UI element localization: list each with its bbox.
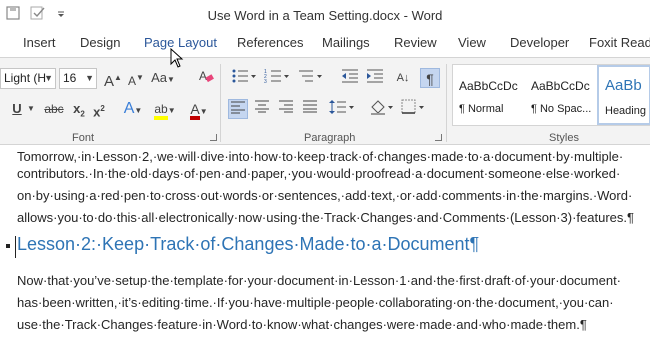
document-area[interactable]: Tomorrow,·in·Lesson·2,·we·will·dive·into… — [0, 146, 650, 339]
underline-button[interactable]: U — [10, 99, 24, 119]
mouse-pointer-icon — [170, 47, 184, 73]
style-no-spacing[interactable]: AaBbCcDc ¶ No Spac... — [525, 65, 595, 125]
text-effects-button[interactable]: A▼ — [120, 99, 146, 119]
font-size-value: 16 — [63, 71, 77, 85]
group-separator — [220, 64, 221, 142]
align-right-button[interactable] — [276, 99, 296, 119]
align-left-button[interactable] — [228, 99, 248, 119]
font-dialog-launcher[interactable] — [210, 134, 217, 141]
subscript-button[interactable]: x2 — [70, 99, 88, 119]
multilevel-list-icon — [299, 70, 322, 82]
window-title: Use Word in a Team Setting.docx - Word — [207, 8, 443, 23]
font-name-value: Light (H — [4, 71, 47, 85]
tab-view[interactable]: View — [458, 35, 486, 50]
paragraph-line: Now·that·you’ve·setup·the·template·for·y… — [17, 273, 622, 288]
tab-developer[interactable]: Developer — [510, 35, 569, 50]
tab-design[interactable]: Design — [80, 35, 120, 50]
document-heading: Lesson·2:·Keep·Track·of·Changes·Made·to·… — [17, 234, 480, 254]
text-cursor — [15, 236, 16, 258]
font-group-label: Font — [72, 132, 95, 144]
justify-icon — [303, 100, 317, 113]
paragraph-group-label: Paragraph — [304, 132, 356, 144]
tab-foxit-reader[interactable]: Foxit Reade — [589, 35, 650, 50]
line-spacing-icon — [329, 100, 354, 114]
shading-button[interactable] — [368, 99, 396, 119]
align-center-button[interactable] — [252, 99, 272, 119]
styles-group-label: Styles — [549, 132, 579, 144]
align-right-icon — [279, 100, 293, 113]
numbering-icon: 123 — [264, 69, 289, 85]
paragraph-line: allows·you·to·do·this·all·electronically… — [17, 210, 634, 225]
grow-font-button[interactable]: A▲ — [104, 68, 122, 90]
bullets-button[interactable] — [229, 68, 259, 88]
paragraph-line: has·been·written,·it’s·editing·time.·If·… — [17, 295, 614, 310]
decrease-indent-icon — [342, 69, 358, 83]
paragraph-line: on·by·using·a·red·pen·to·cross·out·words… — [17, 188, 633, 203]
line-spacing-button[interactable] — [328, 99, 356, 119]
eraser-icon: A — [199, 69, 214, 83]
chevron-down-icon: ▼ — [85, 73, 94, 83]
underline-dropdown[interactable]: ▼ — [26, 99, 36, 119]
align-center-icon — [255, 100, 269, 113]
multilevel-list-button[interactable] — [296, 68, 326, 88]
borders-icon — [401, 99, 424, 114]
title-bar: Use Word in a Team Setting.docx - Word — [0, 0, 650, 30]
tab-insert[interactable]: Insert — [23, 35, 56, 50]
styles-gallery: AaBbCcDc ¶ Normal AaBbCcDc ¶ No Spac... … — [452, 64, 650, 126]
chevron-down-icon: ▼ — [44, 73, 53, 83]
tab-references[interactable]: References — [237, 35, 303, 50]
sort-button[interactable]: A↓ — [394, 68, 412, 88]
decrease-indent-button[interactable] — [339, 68, 361, 88]
superscript-button[interactable]: x2 — [90, 99, 108, 119]
paragraph-line: use·the·Track·Changes·feature·in·Word·to… — [17, 317, 587, 332]
paragraph-line: contributors.·In·the·old·days·of·pen·and… — [17, 166, 621, 181]
increase-indent-button[interactable] — [364, 68, 386, 88]
font-color-button[interactable]: A▼ — [184, 99, 214, 120]
group-separator — [446, 64, 447, 142]
font-name-combo[interactable]: Light (H ▼ — [0, 68, 56, 89]
align-left-icon — [231, 101, 245, 114]
numbering-button[interactable]: 123 — [262, 68, 292, 88]
bullets-icon — [232, 69, 256, 83]
show-formatting-marks-button[interactable]: ¶ — [420, 68, 440, 88]
paint-bucket-icon — [371, 100, 393, 115]
shrink-font-button[interactable]: A▼ — [128, 68, 144, 88]
ribbon: Light (H ▼ 16 ▼ A▲ A▼ Aa▼ A U ▼ abc x2 x… — [0, 57, 650, 145]
font-size-combo[interactable]: 16 ▼ — [59, 68, 97, 89]
style-heading[interactable]: AaBb Heading — [597, 65, 650, 125]
clear-formatting-button[interactable]: A — [196, 68, 216, 88]
paragraph-dialog-launcher[interactable] — [435, 134, 442, 141]
svg-text:3: 3 — [264, 79, 267, 84]
justify-button[interactable] — [300, 99, 320, 119]
tab-mailings[interactable]: Mailings — [322, 35, 370, 50]
style-normal[interactable]: AaBbCcDc ¶ Normal — [453, 65, 523, 125]
tab-review[interactable]: Review — [394, 35, 437, 50]
paragraph-mark-bullet — [6, 244, 10, 248]
highlight-button[interactable]: ab▼ — [150, 99, 180, 120]
increase-indent-icon — [367, 69, 383, 83]
ribbon-tabs: Insert Design Page Layout References Mai… — [0, 30, 650, 57]
strikethrough-button[interactable]: abc — [42, 99, 66, 119]
svg-text:A: A — [199, 69, 207, 83]
borders-button[interactable] — [400, 99, 428, 119]
